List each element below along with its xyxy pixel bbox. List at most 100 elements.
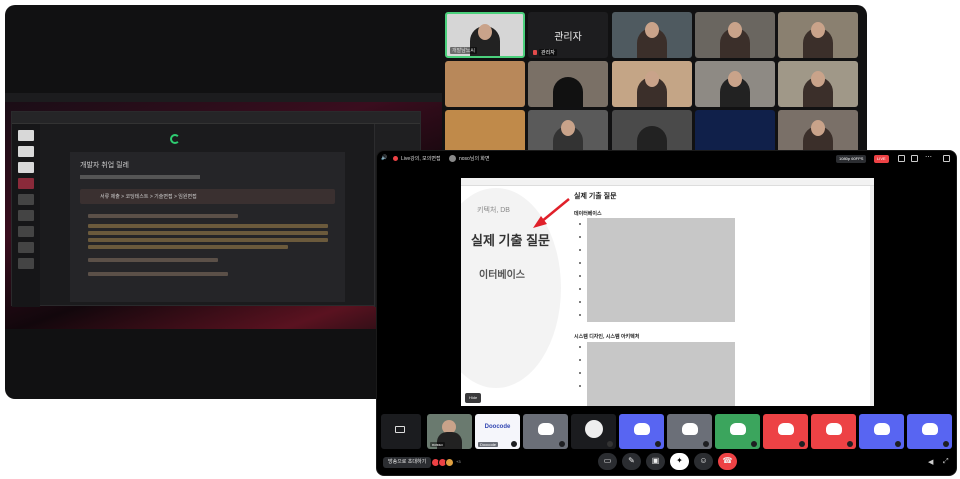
loading-spinner-icon (170, 134, 180, 144)
chat-icon[interactable] (943, 155, 950, 162)
participant-tile[interactable] (763, 414, 808, 449)
participant-tile-doocode[interactable]: Doocode Doocode (475, 414, 520, 449)
camera-tile[interactable] (381, 414, 421, 449)
tile-name: 개발남노씨 (450, 47, 478, 54)
page-thumbnail[interactable] (18, 258, 34, 269)
mic-toggle-button[interactable]: ✎ (622, 453, 641, 470)
page-thumbnail[interactable] (18, 242, 34, 253)
disconnect-button[interactable]: ☎ (718, 453, 737, 470)
doc-text-line (88, 272, 228, 276)
mic-muted-icon (799, 441, 805, 447)
doc-text-line (88, 214, 238, 218)
video-tile-admin[interactable]: 관리자 관리자 (528, 12, 608, 58)
list-bullet (579, 346, 581, 348)
arrow-shaft (540, 198, 570, 223)
video-tile[interactable] (528, 61, 608, 107)
doc-toolbar (12, 112, 420, 124)
more-icon[interactable]: ⋯ (925, 153, 932, 161)
grid-layout-icon[interactable] (898, 155, 905, 162)
screen-share-button[interactable]: ▣ (646, 453, 665, 470)
discord-logo-icon (777, 423, 794, 435)
doc-text-line (88, 258, 218, 262)
list-bullet (579, 288, 581, 290)
page-thumbnail[interactable] (18, 194, 34, 205)
screen-label: noso님의 화면 (459, 156, 490, 162)
channel-title[interactable]: Live강의, 모의면접 (401, 155, 441, 162)
viewer-avatar[interactable] (445, 458, 454, 467)
video-tile[interactable] (778, 61, 858, 107)
redacted-block (587, 342, 735, 406)
discord-logo-icon (873, 423, 890, 435)
participant-tile[interactable] (523, 414, 568, 449)
mic-muted-icon (533, 50, 537, 55)
list-bullet (579, 223, 581, 225)
speaker-icon: 🔊 (381, 155, 388, 161)
doc-highlight-line (88, 224, 328, 228)
doc-subtitle-line (80, 175, 200, 179)
mic-muted-icon (607, 441, 613, 447)
fullscreen-icon[interactable]: ⤢ (943, 458, 949, 466)
video-tile[interactable] (778, 12, 858, 58)
discord-logo-icon (633, 423, 650, 435)
video-tile[interactable] (612, 61, 692, 107)
participant-tile[interactable] (859, 414, 904, 449)
page-thumbnail[interactable] (18, 178, 34, 189)
camera-toggle-button[interactable]: ▭ (598, 453, 617, 470)
rocket-icon: ✦ (676, 456, 683, 465)
list-bullet (579, 262, 581, 264)
doc-page-thumbnails (12, 124, 40, 307)
participant-tile[interactable] (715, 414, 760, 449)
video-tile-host[interactable]: 개발남노씨 (445, 12, 525, 58)
page-thumbnail[interactable] (18, 226, 34, 237)
page-thumbnail[interactable] (18, 146, 34, 157)
stream-titlebar: 🔊 Live강의, 모의면접 noso님의 화면 1080p 60FPS LIV… (377, 151, 956, 167)
doc-highlight-line (88, 238, 328, 242)
invite-to-stream-button[interactable]: 방송으로 초대하기 (383, 457, 432, 468)
page-thumbnail[interactable] (18, 210, 34, 221)
hangup-icon: ☎ (722, 456, 733, 465)
volume-icon[interactable]: ◀ (928, 458, 933, 466)
discord-logo-icon (729, 423, 746, 435)
doc-title: 개발자 취업 릴레 (80, 162, 129, 169)
video-tile[interactable] (445, 61, 525, 107)
discord-logo-icon (825, 423, 842, 435)
activity-button[interactable]: ✦ (670, 453, 689, 470)
participant-tile[interactable] (667, 414, 712, 449)
soundboard-button[interactable]: ☺ (694, 453, 713, 470)
hide-button[interactable]: Hide (465, 393, 482, 403)
quality-badge: 1080p 60FPS (836, 155, 867, 163)
streamer-avatar (449, 155, 456, 162)
doocode-logo: Doocode (484, 424, 511, 430)
doc-callout-text: 서류 제출 > 코딩테스트 > 기술면접 > 임원면접 (100, 194, 197, 200)
discord-logo-icon (921, 423, 938, 435)
list-bullet (579, 249, 581, 251)
video-tile[interactable] (695, 61, 775, 107)
viewer-count[interactable]: +3 (456, 459, 461, 464)
participant-name: nosso (430, 442, 445, 447)
video-tile[interactable] (695, 12, 775, 58)
live-badge: LIVE (874, 155, 889, 163)
mic-off-icon: ✎ (628, 456, 635, 465)
list-bullet (579, 372, 581, 374)
participant-tile[interactable] (571, 414, 616, 449)
popout-icon[interactable] (911, 155, 918, 162)
participant-name: Doocode (478, 442, 499, 447)
page-scrollbar[interactable] (870, 186, 874, 406)
video-tile[interactable] (612, 12, 692, 58)
participant-tile[interactable] (619, 414, 664, 449)
page-heading: 실제 기출 질문 (574, 193, 617, 200)
participant-video (553, 77, 583, 107)
participant-face (478, 24, 492, 40)
page-thumbnail[interactable] (18, 162, 34, 173)
mic-muted-icon (895, 441, 901, 447)
mic-muted-icon (703, 441, 709, 447)
list-bullet (579, 301, 581, 303)
participant-tile[interactable] (907, 414, 952, 449)
doc-highlight-line (88, 245, 288, 249)
zoom-text-sub: 이터베이스 (479, 270, 525, 281)
participant-tile-video[interactable]: nosso (427, 414, 472, 449)
participant-face (811, 120, 825, 136)
participant-tile[interactable] (811, 414, 856, 449)
page-thumbnail[interactable] (18, 130, 34, 141)
soundboard-icon: ☺ (699, 456, 708, 465)
